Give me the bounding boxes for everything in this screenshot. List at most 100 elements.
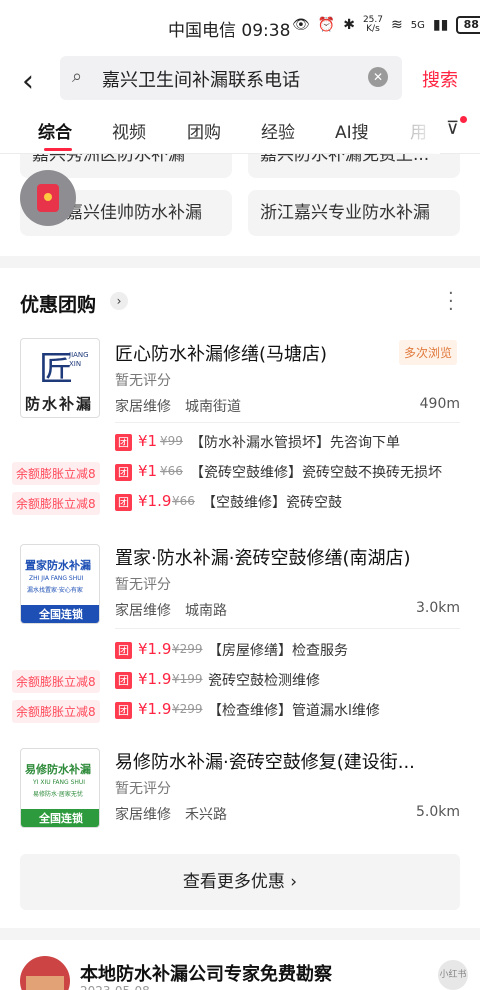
deal-original-price: ¥66 bbox=[160, 464, 183, 478]
section-title: 优惠团购 bbox=[20, 294, 97, 316]
shop-category: 家居维修 bbox=[115, 603, 171, 619]
search-button[interactable]: 搜索 bbox=[422, 66, 458, 92]
deal-original-price: ¥299 bbox=[172, 642, 203, 656]
deal-price: ¥1 bbox=[138, 462, 158, 480]
wifi-icon: ≋ bbox=[391, 17, 403, 33]
status-bar: 中国电信 09:38 👁 ⏰ ✱ 25.7 K/s ≋ 5G ▮▮ 88 bbox=[0, 0, 480, 56]
red-packet-float[interactable] bbox=[20, 170, 76, 226]
result-date: 2023-05-08 bbox=[80, 984, 150, 990]
deal-row[interactable]: 余额膨胀立减8 团 ¥1.9 ¥66 【空鼓维修】瓷砖空鼓 bbox=[0, 490, 480, 518]
deal-price: ¥1.9 bbox=[138, 700, 172, 718]
deals-section: 优惠团购 › · · · 匠 JIANG XIN 防水补漏 匠心防水补漏修缮(马塘店… bbox=[0, 268, 480, 928]
shop-logo: 匠 JIANG XIN 防水补漏 bbox=[20, 338, 100, 418]
shop-rating: 暂无评分 bbox=[115, 577, 171, 593]
filter-icon[interactable]: ⊽ bbox=[446, 118, 459, 139]
deal-row[interactable]: 团 ¥1 ¥99 【防水补漏水管损坏】先咨询下单 bbox=[0, 430, 480, 458]
search-icon: ⌕ bbox=[72, 66, 83, 87]
shop-area: 城南街道 bbox=[185, 399, 241, 415]
filter-dot bbox=[460, 116, 467, 123]
tab-comprehensive[interactable]: 综合 bbox=[38, 118, 72, 143]
related-chip[interactable]: 嘉兴防水补漏免费上... bbox=[248, 154, 460, 178]
shop-name: 易修防水补漏·瓷砖空鼓修复(建设街... bbox=[115, 752, 415, 773]
logo-slogan: 易修防水·居家无忧 bbox=[33, 791, 83, 798]
back-icon[interactable]: ‹ bbox=[22, 64, 34, 99]
tab-group-buy[interactable]: 团购 bbox=[187, 118, 221, 143]
shop-distance: 490m bbox=[419, 396, 460, 412]
section-arrow-icon[interactable]: › bbox=[110, 292, 128, 310]
carrier-time: 中国电信 09:38 bbox=[168, 21, 291, 41]
group-buy-tag: 团 bbox=[115, 464, 132, 481]
group-buy-tag: 团 bbox=[115, 642, 132, 659]
shop-area: 禾兴路 bbox=[185, 807, 227, 823]
logo-title: 易修防水补漏 bbox=[25, 763, 91, 776]
promo-badge: 余额膨胀立减8 bbox=[12, 492, 100, 515]
deal-row[interactable]: 团 ¥1.9 ¥299 【房屋修缮】检查服务 bbox=[0, 638, 480, 666]
status-icons: 👁 ⏰ ✱ 25.7 K/s ≋ 5G ▮▮ 88 bbox=[292, 16, 480, 34]
active-tab-indicator bbox=[44, 148, 72, 151]
visited-badge: 多次浏览 bbox=[399, 340, 458, 365]
logo-pinyin: YI XIU FANG SHUI bbox=[33, 779, 86, 786]
shop-distance: 5.0km bbox=[415, 804, 460, 820]
deal-price: ¥1.9 bbox=[138, 492, 172, 510]
result-tabs: 综合 视频 团购 经验 AI搜 用 ⊽ bbox=[0, 112, 480, 154]
related-searches: 嘉兴秀洲区防水补漏 嘉兴防水补漏免费上... 上海嘉兴佳帅防水补漏 浙江嘉兴专业… bbox=[0, 154, 480, 256]
deal-desc: 【空鼓维修】瓷砖空鼓 bbox=[202, 495, 342, 511]
view-more-deals-button[interactable]: 查看更多优惠 › bbox=[20, 854, 460, 910]
shop-logo: 易修防水补漏 YI XIU FANG SHUI 易修防水·居家无忧 全国连锁 bbox=[20, 748, 100, 828]
promo-badge: 余额膨胀立减8 bbox=[12, 670, 100, 693]
deal-original-price: ¥199 bbox=[172, 672, 203, 686]
deal-row[interactable]: 余额膨胀立减8 团 ¥1 ¥66 【瓷砖空鼓维修】瓷砖空鼓不换砖无损坏 bbox=[0, 460, 480, 488]
logo-char: 匠 bbox=[39, 349, 73, 389]
shop-card[interactable]: 易修防水补漏 YI XIU FANG SHUI 易修防水·居家无忧 全国连锁 易… bbox=[0, 746, 480, 836]
logo-slogan: 漏水找置家·安心有家 bbox=[27, 587, 83, 594]
logo-title: 置家防水补漏 bbox=[25, 559, 91, 572]
tab-video[interactable]: 视频 bbox=[112, 118, 146, 143]
alarm-icon: ⏰ bbox=[317, 17, 336, 33]
shop-name: 匠心防水补漏修缮(马塘店) bbox=[115, 344, 328, 365]
logo-chain: 全国连锁 bbox=[21, 809, 99, 827]
result-title: 本地防水补漏公司专家免费勘察 bbox=[80, 964, 332, 985]
shop-card[interactable]: 置家防水补漏 ZHI JIA FANG SHUI 漏水找置家·安心有家 全国连锁… bbox=[0, 542, 480, 632]
watermark: 小红书 bbox=[438, 960, 468, 990]
divider bbox=[115, 628, 460, 629]
deal-row[interactable]: 余额膨胀立减8 团 ¥1.9 ¥299 【检查维修】管道漏水l维修 bbox=[0, 698, 480, 726]
deal-original-price: ¥66 bbox=[172, 494, 195, 508]
deal-row[interactable]: 余额膨胀立减8 团 ¥1.9 ¥199 瓷砖空鼓检测维修 bbox=[0, 668, 480, 696]
shop-rating: 暂无评分 bbox=[115, 781, 171, 797]
shop-name: 置家·防水补漏·瓷砖空鼓修缮(南湖店) bbox=[115, 548, 411, 569]
deal-original-price: ¥299 bbox=[172, 702, 203, 716]
more-options-icon[interactable]: · · · bbox=[448, 285, 454, 319]
shop-category: 家居维修 bbox=[115, 399, 171, 415]
deal-desc: 【防水补漏水管损坏】先咨询下单 bbox=[190, 435, 400, 451]
related-chip[interactable]: 浙江嘉兴专业防水补漏 bbox=[248, 190, 460, 236]
logo-chain: 全国连锁 bbox=[21, 605, 99, 623]
deal-price: ¥1 bbox=[138, 432, 158, 450]
deal-price: ¥1.9 bbox=[138, 640, 172, 658]
battery-indicator: 88 bbox=[456, 16, 480, 34]
shop-card[interactable]: 匠 JIANG XIN 防水补漏 匠心防水补漏修缮(马塘店) 多次浏览 暂无评分… bbox=[0, 338, 480, 428]
divider bbox=[115, 422, 460, 423]
net-speed: 25.7 K/s bbox=[362, 15, 383, 34]
group-buy-tag: 团 bbox=[115, 494, 132, 511]
clear-icon[interactable]: ✕ bbox=[368, 67, 388, 87]
shop-distance: 3.0km bbox=[415, 600, 460, 616]
group-buy-tag: 团 bbox=[115, 672, 132, 689]
shop-rating: 暂无评分 bbox=[115, 373, 171, 389]
bluetooth-icon: ✱ bbox=[343, 17, 355, 33]
tab-fade bbox=[400, 112, 440, 154]
deal-desc: 【瓷砖空鼓维修】瓷砖空鼓不换砖无损坏 bbox=[190, 465, 442, 481]
result-thumbnail bbox=[20, 956, 70, 990]
tab-experience[interactable]: 经验 bbox=[261, 118, 295, 143]
group-buy-tag: 团 bbox=[115, 702, 132, 719]
eye-icon: 👁 bbox=[292, 17, 310, 33]
red-packet-icon bbox=[37, 184, 59, 212]
promo-badge: 余额膨胀立减8 bbox=[12, 462, 100, 485]
search-input[interactable]: ⌕ 嘉兴卫生间补漏联系电话 ✕ bbox=[60, 56, 402, 100]
group-buy-tag: 团 bbox=[115, 434, 132, 451]
result-card[interactable]: 本地防水补漏公司专家免费勘察 2023-05-08 小红书 bbox=[0, 940, 480, 990]
promo-badge: 余额膨胀立减8 bbox=[12, 700, 100, 723]
logo-pinyin: JIANG XIN bbox=[69, 351, 89, 368]
deal-original-price: ¥99 bbox=[160, 434, 183, 448]
shop-category: 家居维修 bbox=[115, 807, 171, 823]
tab-ai-search[interactable]: AI搜 bbox=[335, 118, 369, 143]
